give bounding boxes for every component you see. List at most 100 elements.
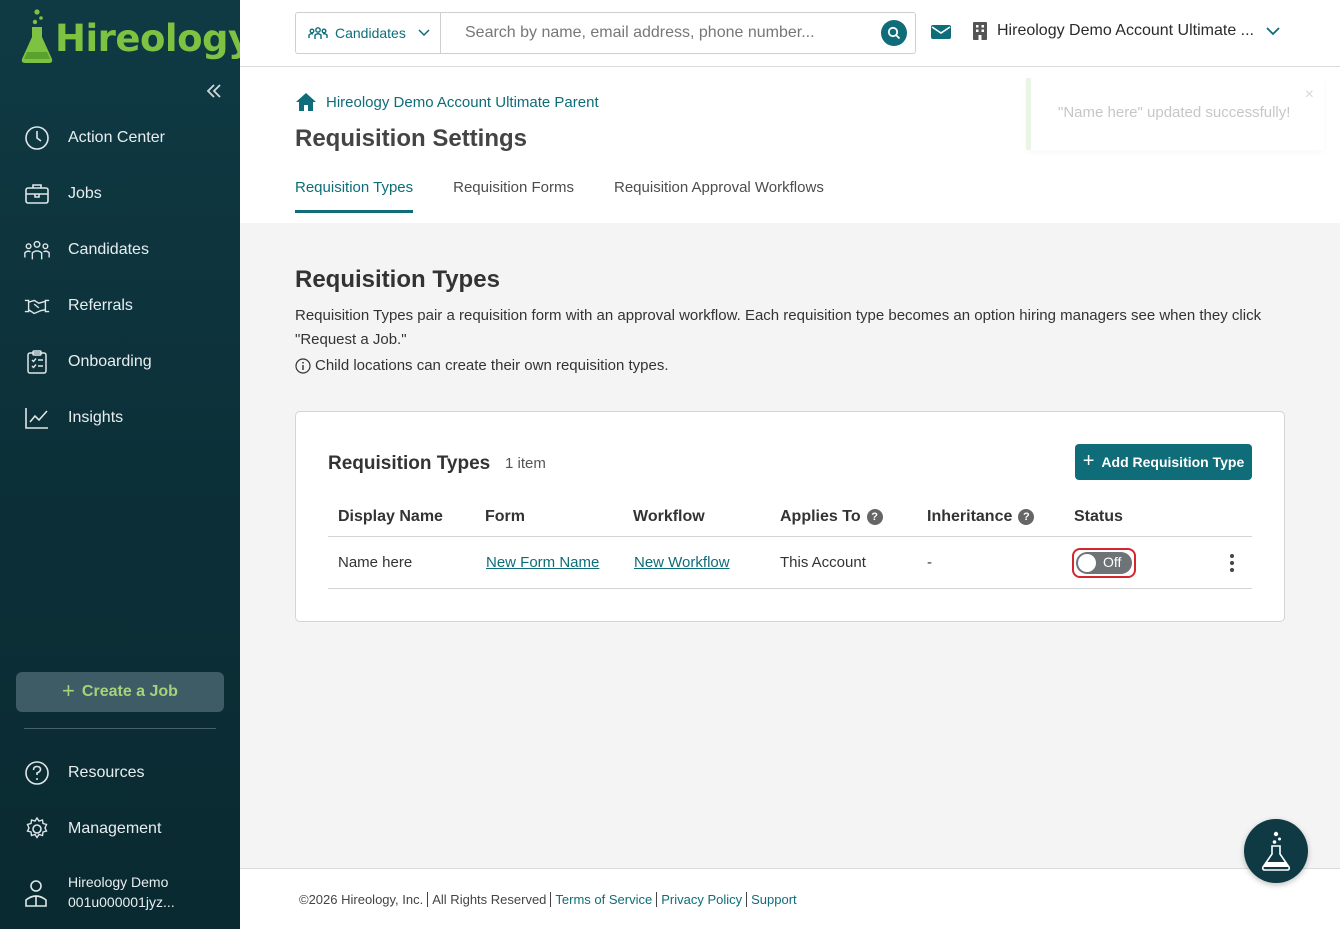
column-header-form: Form — [485, 508, 525, 526]
cell-inheritance: - — [927, 554, 932, 571]
briefcase-icon — [23, 180, 51, 208]
sidebar-item-label: Onboarding — [68, 353, 152, 370]
add-requisition-type-button[interactable]: + Add Requisition Type — [1075, 444, 1252, 480]
workflow-link[interactable]: New Workflow — [634, 554, 730, 571]
sidebar-item-candidates[interactable]: Candidates — [0, 222, 240, 278]
sidebar-item-onboarding[interactable]: Onboarding — [0, 334, 240, 390]
column-header-inheritance: Inheritance? — [927, 508, 1035, 526]
copyright: ©2026 Hireology, Inc. — [299, 892, 424, 907]
question-icon — [23, 759, 51, 787]
more-options-icon[interactable] — [1224, 553, 1240, 573]
home-icon — [296, 93, 316, 111]
column-header-status: Status — [1074, 508, 1123, 526]
envelope-icon[interactable] — [931, 24, 951, 40]
cell-display-name: Name here — [338, 554, 413, 571]
people-icon — [23, 236, 51, 264]
card-title: Requisition Types — [328, 453, 491, 474]
sidebar-nav: Action Center Jobs Candidates Referrals … — [0, 110, 240, 446]
footer-separator — [656, 892, 658, 907]
user-profile[interactable]: Hireology Demo 001u000001jyz... — [23, 872, 175, 912]
privacy-link[interactable]: Privacy Policy — [661, 892, 742, 907]
sidebar-item-insights[interactable]: Insights — [0, 390, 240, 446]
help-icon[interactable]: ? — [866, 509, 883, 525]
tab-requisition-approval-workflows[interactable]: Requisition Approval Workflows — [614, 179, 824, 213]
status-toggle[interactable]: Off — [1072, 548, 1136, 578]
column-header-applies-to: Applies To? — [780, 508, 883, 526]
clipboard-icon — [23, 348, 51, 376]
toggle-track: Off — [1076, 552, 1132, 574]
sidebar-divider — [24, 728, 216, 729]
user-name-line2: 001u000001jyz... — [68, 894, 175, 910]
handshake-icon — [23, 292, 51, 320]
column-label: Status — [1074, 508, 1123, 525]
column-label: Display Name — [338, 508, 443, 525]
footer-line: ©2026 Hireology, Inc. All Rights Reserve… — [299, 892, 797, 907]
toggle-label: Off — [1103, 554, 1122, 570]
section-note-text: Child locations can create their own req… — [315, 357, 669, 374]
item-count: 1 item — [505, 455, 546, 472]
section-note: Child locations can create their own req… — [295, 357, 669, 374]
section-description: Requisition Types pair a requisition for… — [295, 307, 1262, 348]
column-label: Applies To — [780, 508, 861, 525]
user-icon — [25, 880, 47, 907]
plus-icon: + — [1082, 449, 1095, 472]
help-chat-button[interactable] — [1244, 819, 1308, 883]
footer-separator — [427, 892, 429, 907]
tab-bar: Requisition Types Requisition Forms Requ… — [295, 179, 864, 213]
footer-separator — [746, 892, 748, 907]
create-job-button[interactable]: + Create a Job — [16, 672, 224, 712]
clock-icon — [23, 124, 51, 152]
sidebar-item-label: Insights — [68, 409, 124, 426]
sidebar-item-jobs[interactable]: Jobs — [0, 166, 240, 222]
add-button-label: Add Requisition Type — [1101, 454, 1245, 470]
gear-icon — [23, 815, 51, 843]
logo-wordmark: Hireology — [55, 16, 252, 60]
search-bar: Candidates — [295, 12, 916, 54]
user-name: Hireology Demo 001u000001jyz... — [68, 872, 175, 912]
column-header-display-name: Display Name — [338, 508, 443, 526]
column-label: Inheritance — [927, 508, 1013, 525]
account-selector[interactable]: Hireology Demo Account Ultimate ... — [973, 22, 1280, 40]
plus-icon: + — [62, 678, 75, 703]
search-scope-select[interactable]: Candidates — [296, 13, 441, 53]
column-label: Workflow — [633, 508, 705, 525]
terms-link[interactable]: Terms of Service — [555, 892, 652, 907]
help-icon[interactable]: ? — [1018, 509, 1035, 525]
tab-requisition-types[interactable]: Requisition Types — [295, 179, 414, 213]
sidebar-item-action-center[interactable]: Action Center — [0, 110, 240, 166]
column-label: Form — [485, 508, 525, 525]
search-icon — [887, 26, 901, 40]
collapse-sidebar-icon[interactable] — [203, 80, 225, 102]
sidebar-item-label: Action Center — [68, 129, 165, 146]
hireology-logo[interactable]: Hireology — [20, 8, 252, 64]
account-name: Hireology Demo Account Ultimate ... — [997, 22, 1254, 39]
sidebar-item-label: Management — [68, 820, 162, 837]
sidebar-item-referrals[interactable]: Referrals — [0, 278, 240, 334]
form-link[interactable]: New Form Name — [486, 554, 599, 571]
sidebar-item-resources[interactable]: Resources — [0, 745, 240, 801]
footer: ©2026 Hireology, Inc. All Rights Reserve… — [240, 868, 1340, 929]
sidebar-item-label: Candidates — [68, 241, 149, 258]
create-job-label: Create a Job — [81, 683, 178, 700]
building-icon — [973, 22, 987, 40]
info-icon — [295, 357, 311, 374]
sidebar-item-management[interactable]: Management — [0, 801, 240, 857]
section-title: Requisition Types — [295, 266, 500, 293]
breadcrumb[interactable]: Hireology Demo Account Ultimate Parent — [295, 92, 599, 112]
chevron-down-icon — [1266, 26, 1280, 35]
breadcrumb-label: Hireology Demo Account Ultimate Parent — [326, 93, 599, 111]
search-input[interactable] — [441, 13, 881, 53]
people-icon — [308, 27, 328, 39]
search-button[interactable] — [881, 20, 907, 46]
sidebar-item-label: Referrals — [68, 297, 133, 314]
toggle-knob — [1078, 554, 1096, 572]
toast-message: "Name here" updated successfully! — [1058, 104, 1291, 121]
footer-separator — [550, 892, 552, 907]
tab-requisition-forms[interactable]: Requisition Forms — [453, 179, 574, 213]
column-header-workflow: Workflow — [633, 508, 705, 526]
page-title: Requisition Settings — [295, 125, 528, 152]
support-link[interactable]: Support — [751, 892, 797, 907]
close-icon[interactable]: × — [1305, 86, 1314, 104]
rights-text: All Rights Reserved — [432, 892, 547, 907]
sidebar: Hireology Action Center Jobs Candidates — [0, 0, 252, 929]
